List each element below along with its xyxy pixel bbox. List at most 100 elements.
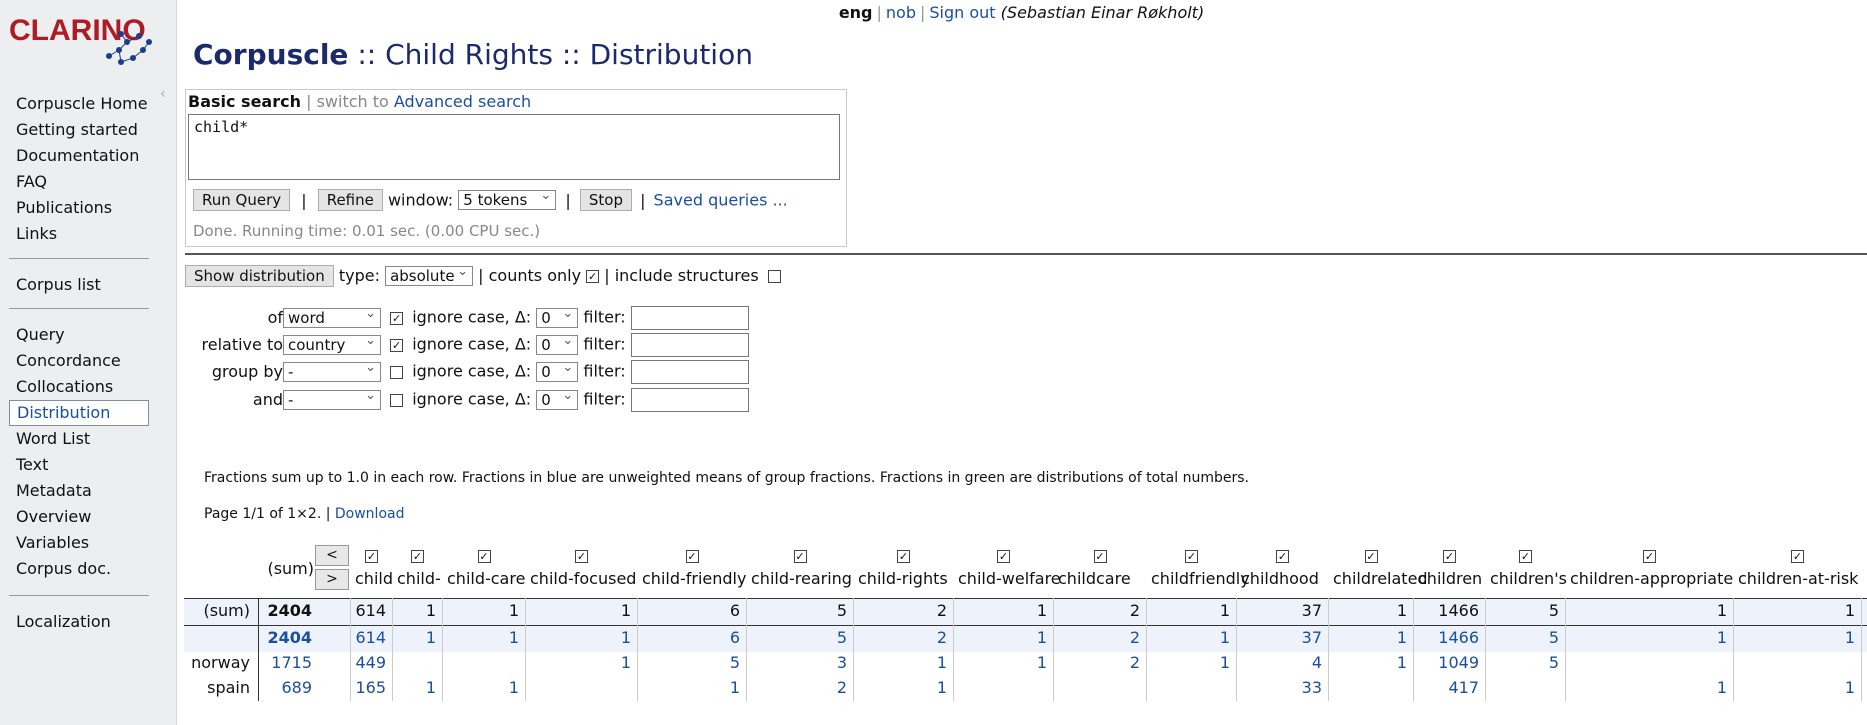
- advanced-search-link[interactable]: Advanced search: [394, 92, 531, 111]
- sidebar-item-word-list[interactable]: Word List: [16, 426, 149, 452]
- column-header-childrelated: childrelated: [1333, 569, 1428, 588]
- field-select[interactable]: -: [283, 388, 381, 410]
- delta-select[interactable]: 0: [536, 360, 579, 382]
- filter-input[interactable]: [630, 360, 749, 384]
- sidebar-item-corpus-doc[interactable]: Corpus doc.: [16, 556, 149, 582]
- sidebar-item-getting-started[interactable]: Getting started: [16, 117, 148, 143]
- prev-page-button[interactable]: <: [315, 545, 349, 566]
- lang-nob[interactable]: nob: [886, 3, 916, 22]
- sidebar-divider: [9, 595, 149, 596]
- column-header-child-rearing: child-rearing: [751, 569, 852, 588]
- field-select[interactable]: country: [283, 333, 381, 355]
- field-row-of: ofword ✓ ignore case, Δ: 0 filter:: [185, 306, 749, 330]
- column-header-children-s: children's: [1490, 569, 1567, 588]
- saved-queries-link[interactable]: Saved queries ...: [654, 191, 788, 210]
- data-row-norway-cell-children-s: 5: [1548, 653, 1559, 672]
- column-checkbox-child-rights[interactable]: ✓: [897, 550, 910, 563]
- sidebar-item-overview[interactable]: Overview: [16, 504, 149, 530]
- column-header-childcare: childcare: [1058, 569, 1131, 588]
- table-gridline: [953, 598, 954, 701]
- data-row-norway-cell-child-rearing: 3: [836, 653, 847, 672]
- delta-select[interactable]: 0: [536, 306, 579, 328]
- run-query-button[interactable]: Run Query: [193, 189, 291, 211]
- filter-input[interactable]: [630, 306, 749, 330]
- data-row-norway-cell-child: 449: [355, 653, 386, 672]
- stop-button[interactable]: Stop: [579, 189, 632, 211]
- sidebar-item-faq[interactable]: FAQ: [16, 169, 148, 195]
- sidebar-item-collocations[interactable]: Collocations: [16, 374, 149, 400]
- column-checkbox-child[interactable]: ✓: [365, 550, 378, 563]
- filter-input[interactable]: [630, 333, 749, 357]
- column-checkbox-childfriendly[interactable]: ✓: [1185, 550, 1198, 563]
- show-distribution-button[interactable]: Show distribution: [185, 265, 334, 287]
- type-select[interactable]: absolute: [385, 264, 474, 286]
- column-checkbox-child-focused[interactable]: ✓: [575, 550, 588, 563]
- sidebar-item-links[interactable]: Links: [16, 221, 148, 247]
- delta-select[interactable]: 0: [536, 388, 579, 410]
- include-structures-checkbox[interactable]: [767, 270, 781, 283]
- sign-out-link[interactable]: Sign out: [929, 3, 995, 22]
- sum-row-cell-child-welfare: 1: [1036, 601, 1047, 620]
- data-row-spain-cell-child-rearing: 2: [836, 678, 847, 697]
- filter-label: filter:: [583, 334, 626, 354]
- column-checkbox-children-appropriate[interactable]: ✓: [1643, 550, 1656, 563]
- column-checkbox-childhood[interactable]: ✓: [1276, 550, 1289, 563]
- ignore-case-checkbox[interactable]: [390, 393, 404, 407]
- sum-row-cell-children: 1466: [1438, 601, 1479, 620]
- data-row-spain-cell-children: 417: [1448, 678, 1479, 697]
- page-title: Corpuscle :: Child Rights :: Distributio…: [193, 38, 753, 71]
- sidebar-item-documentation[interactable]: Documentation: [16, 143, 148, 169]
- query-textarea[interactable]: child*: [188, 114, 840, 180]
- column-checkbox-childcare[interactable]: ✓: [1093, 550, 1107, 563]
- filter-label: filter:: [583, 389, 626, 409]
- sidebar-item-corpuscle-home[interactable]: Corpuscle Home: [16, 91, 148, 117]
- ignore-case-label: ignore case, Δ:: [412, 389, 532, 409]
- counts-only-checkbox[interactable]: ✓: [586, 270, 600, 283]
- column-checkbox-child-friendly[interactable]: ✓: [685, 550, 699, 563]
- column-checkbox-child-welfare[interactable]: ✓: [997, 550, 1010, 563]
- ignore-case-label: ignore case, Δ:: [412, 361, 532, 381]
- window-select[interactable]: 5 tokens: [458, 188, 557, 210]
- column-checkbox-childrelated[interactable]: ✓: [1364, 550, 1378, 563]
- sidebar-item-text[interactable]: Text: [16, 452, 149, 478]
- sidebar-item-metadata[interactable]: Metadata: [16, 478, 149, 504]
- sidebar-item-variables[interactable]: Variables: [16, 530, 149, 556]
- data-row-norway-cell-child-welfare: 1: [1036, 653, 1047, 672]
- field-row-and: and- ignore case, Δ: 0 filter:: [185, 388, 749, 412]
- sidebar-item-localization[interactable]: Localization: [16, 609, 111, 635]
- column-checkbox-child-rearing[interactable]: ✓: [793, 550, 807, 563]
- delta-select[interactable]: 0: [536, 333, 579, 355]
- data-row-norway-cell-childhood: 4: [1311, 653, 1322, 672]
- clarino-logo[interactable]: CLARINO: [9, 6, 169, 76]
- ignore-case-checkbox[interactable]: ✓: [390, 338, 404, 352]
- filter-label: filter:: [583, 361, 626, 381]
- lang-eng[interactable]: eng: [839, 3, 873, 22]
- ignore-case-checkbox[interactable]: ✓: [390, 311, 404, 325]
- sidebar-item-publications[interactable]: Publications: [16, 195, 148, 221]
- total-row-cell-child: 614: [355, 628, 386, 647]
- ignore-case-checkbox[interactable]: [390, 365, 404, 379]
- column-checkbox-child[interactable]: ✓: [411, 550, 424, 563]
- column-checkbox-children-s[interactable]: ✓: [1519, 550, 1532, 563]
- sum-row-cell-children-at-risk: 1: [1844, 601, 1855, 620]
- data-row-norway-total: 1715: [271, 653, 312, 672]
- column-checkbox-children-at-risk[interactable]: ✓: [1791, 550, 1804, 563]
- download-link[interactable]: Download: [335, 506, 405, 522]
- column-header-child-welfare: child-welfare: [958, 569, 1061, 588]
- sidebar-item-distribution[interactable]: Distribution: [9, 400, 149, 426]
- sidebar-item-concordance[interactable]: Concordance: [16, 348, 149, 374]
- refine-button[interactable]: Refine: [317, 189, 383, 211]
- collapse-sidebar-icon[interactable]: ‹: [160, 86, 166, 102]
- field-select[interactable]: -: [283, 360, 381, 382]
- data-row-spain-cell-children-appropriate: 1: [1716, 678, 1727, 697]
- sidebar-item-query[interactable]: Query: [16, 322, 149, 348]
- sum-row-label: (sum): [203, 601, 250, 620]
- field-select[interactable]: word: [283, 306, 381, 328]
- filter-input[interactable]: [630, 388, 749, 412]
- next-page-button[interactable]: >: [315, 569, 349, 590]
- fractions-note: Fractions sum up to 1.0 in each row. Fra…: [204, 470, 1249, 486]
- column-checkbox-child-care[interactable]: ✓: [477, 550, 491, 563]
- sidebar-item-corpus-list[interactable]: Corpus list: [16, 272, 101, 298]
- column-checkbox-children[interactable]: ✓: [1443, 550, 1456, 563]
- ignore-case-label: ignore case, Δ:: [412, 334, 532, 354]
